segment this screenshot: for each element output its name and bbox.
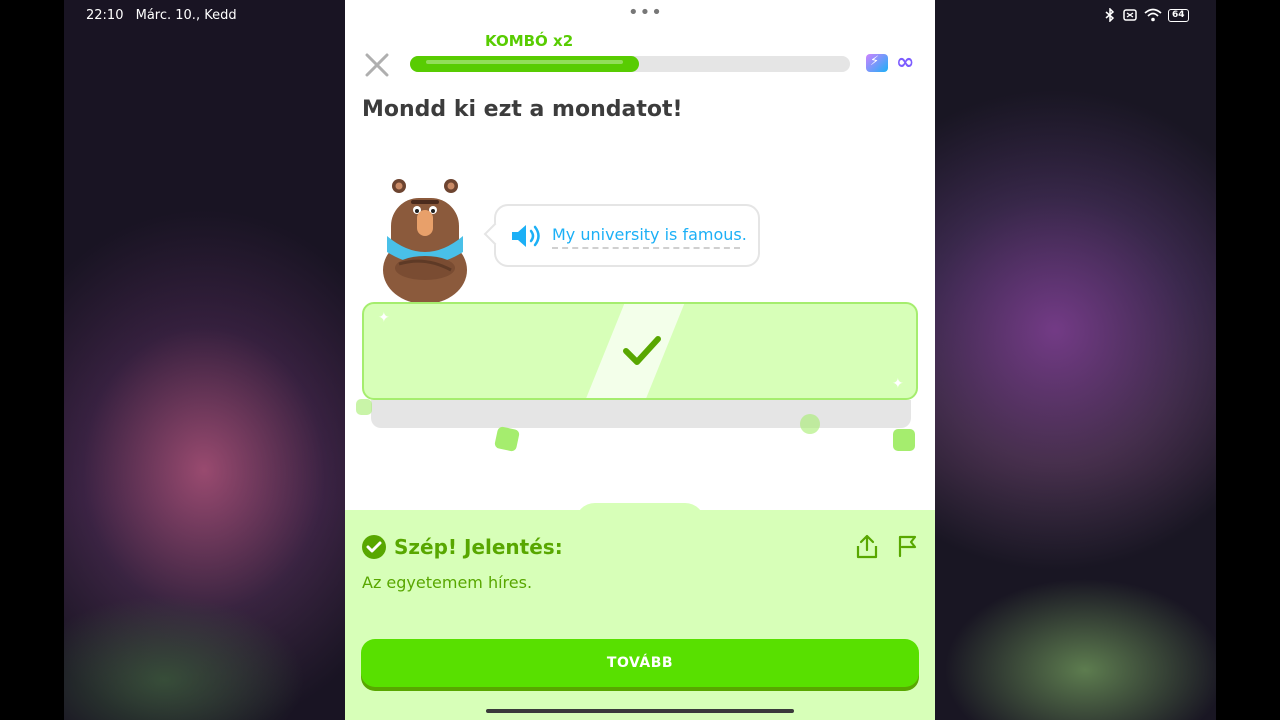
sentence-text[interactable]: My university is famous. bbox=[552, 225, 747, 244]
flag-icon[interactable] bbox=[896, 534, 918, 558]
energy-icon[interactable]: ⚡ bbox=[866, 54, 888, 72]
answer-box-shadow bbox=[371, 400, 911, 428]
status-date: Márc. 10., Kedd bbox=[135, 8, 237, 23]
progress-fill bbox=[410, 56, 639, 72]
speaker-icon[interactable] bbox=[510, 222, 544, 250]
speech-bubble: My university is famous. bbox=[494, 204, 760, 267]
feedback-title: Szép! Jelentés: bbox=[394, 535, 563, 559]
confetti-piece bbox=[493, 425, 521, 453]
progress-shine bbox=[426, 60, 623, 64]
battery-icon: 64 bbox=[1168, 8, 1189, 22]
status-time: 22:10 bbox=[86, 8, 124, 23]
bear-character bbox=[383, 179, 467, 302]
screen: 22:10 Márc. 10., Kedd 64 ••• KOMBÓ x2 ⚡ … bbox=[0, 0, 1280, 720]
sentence-underline bbox=[552, 247, 740, 249]
app-window: ••• KOMBÓ x2 ⚡ ∞ Mondd ki ezt a mondatot… bbox=[345, 0, 935, 720]
confetti-piece bbox=[356, 399, 372, 415]
vibrate-icon bbox=[1123, 9, 1137, 21]
feedback-panel: Szép! Jelentés: Az egyetemem híres. TOVÁ… bbox=[345, 510, 935, 720]
wallpaper-left bbox=[64, 0, 345, 720]
status-bar-right: 64 bbox=[1104, 8, 1189, 22]
combo-label: KOMBÓ x2 bbox=[485, 32, 574, 50]
check-circle-icon bbox=[362, 535, 386, 559]
more-options-icon[interactable]: ••• bbox=[628, 4, 663, 22]
sparkle-icon: ✦ bbox=[378, 310, 390, 326]
confetti-piece bbox=[800, 414, 820, 434]
close-icon[interactable] bbox=[363, 51, 391, 79]
lesson-progress-bar bbox=[410, 56, 850, 72]
answer-correct-box: ✦ ✦ bbox=[362, 302, 918, 400]
wallpaper-right bbox=[935, 0, 1216, 720]
continue-button[interactable]: TOVÁBB bbox=[361, 639, 919, 687]
translation-text: Az egyetemem híres. bbox=[362, 573, 533, 592]
share-icon[interactable] bbox=[855, 534, 879, 560]
infinity-icon[interactable]: ∞ bbox=[896, 50, 914, 75]
wifi-icon bbox=[1144, 8, 1162, 22]
sparkle-icon: ✦ bbox=[892, 376, 904, 392]
checkmark-icon bbox=[623, 336, 661, 365]
home-indicator[interactable] bbox=[486, 709, 794, 713]
confetti-piece bbox=[893, 429, 915, 451]
status-bar-left: 22:10 Márc. 10., Kedd bbox=[86, 8, 245, 23]
prompt-title: Mondd ki ezt a mondatot! bbox=[362, 97, 683, 122]
bluetooth-icon bbox=[1105, 8, 1115, 22]
